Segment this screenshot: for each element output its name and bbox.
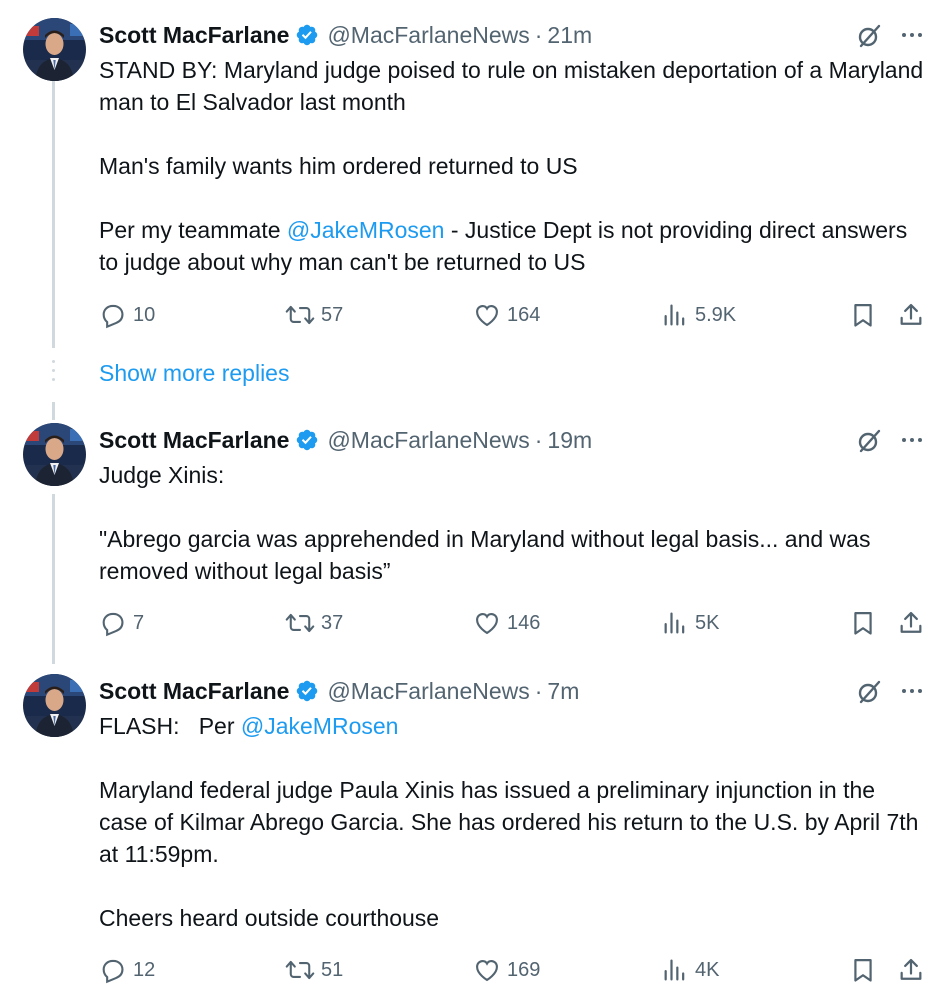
views-button[interactable]: 4K	[661, 953, 719, 987]
retweet-icon	[285, 613, 315, 633]
tweet-actions: 10 57 164 5.9K	[99, 298, 929, 332]
author-handle[interactable]: @MacFarlaneNews	[327, 678, 529, 705]
like-button[interactable]: 164	[473, 298, 540, 332]
bookmark-icon	[854, 303, 872, 327]
speech-bubble-icon	[102, 612, 124, 637]
thread-line	[52, 402, 55, 420]
bookmark-icon	[854, 958, 872, 982]
tweet-paragraph: Cheers heard outside courthouse	[99, 905, 440, 931]
tweet-paragraph: Man's family wants him ordered returned …	[99, 153, 578, 179]
tweet-actions: 7 37 146 5K	[99, 606, 929, 640]
separator-dot: ·	[534, 426, 543, 453]
tweet-header: Scott MacFarlane @MacFarlaneNews · 21m	[99, 18, 592, 52]
timestamp[interactable]: 7m	[547, 678, 579, 705]
tweet-paragraph: FLASH: Per @JakeMRosen	[99, 710, 929, 742]
mention-link[interactable]: @JakeMRosen	[287, 217, 445, 243]
bookmark-button[interactable]	[849, 953, 877, 987]
reply-button[interactable]: 7	[99, 606, 144, 640]
bookmark-button[interactable]	[849, 606, 877, 640]
tweet-actions: 12 51 169 4K	[99, 953, 929, 987]
grok-slash-circle-icon[interactable]	[855, 427, 883, 455]
timestamp[interactable]: 19m	[547, 427, 592, 454]
avatar[interactable]	[23, 423, 86, 486]
view-count: 5.9K	[695, 303, 737, 326]
repost-count: 57	[321, 303, 344, 326]
more-dots-icon[interactable]	[897, 425, 927, 455]
verified-badge-icon	[295, 679, 319, 703]
like-button[interactable]: 146	[473, 606, 540, 640]
views-button[interactable]: 5K	[661, 606, 719, 640]
like-button[interactable]: 169	[473, 953, 540, 987]
verified-badge-icon	[295, 23, 319, 47]
thread-dotted-line	[52, 360, 55, 390]
retweet-icon	[285, 960, 315, 980]
tweet-text: Judge Xinis: "Abrego garcia was apprehen…	[99, 459, 929, 587]
share-button[interactable]	[897, 298, 925, 332]
repost-count: 37	[321, 611, 344, 634]
share-upload-icon	[900, 958, 922, 980]
speech-bubble-icon	[102, 304, 124, 329]
reply-button[interactable]: 12	[99, 953, 155, 987]
grok-slash-circle-icon[interactable]	[855, 22, 883, 50]
heart-icon	[476, 959, 498, 982]
share-button[interactable]	[897, 606, 925, 640]
share-upload-icon	[900, 303, 922, 325]
avatar[interactable]	[23, 18, 86, 81]
tweet-paragraph: STAND BY: Maryland judge poised to rule …	[99, 57, 924, 115]
share-button[interactable]	[897, 953, 925, 987]
paragraph-text: Per my teammate	[99, 217, 287, 243]
bookmark-button[interactable]	[849, 298, 877, 332]
tweet-paragraph: "Abrego garcia was apprehended in Maryla…	[99, 526, 871, 584]
timestamp[interactable]: 21m	[547, 22, 592, 49]
more-dots-icon[interactable]	[897, 20, 927, 50]
share-upload-icon	[900, 611, 922, 633]
author-handle[interactable]: @MacFarlaneNews	[327, 427, 529, 454]
thread-line	[52, 80, 55, 348]
grok-slash-circle-icon[interactable]	[855, 678, 883, 706]
repost-button[interactable]: 51	[285, 953, 343, 987]
retweet-icon	[285, 305, 315, 325]
reply-button[interactable]: 10	[99, 298, 155, 332]
tweet-header: Scott MacFarlane @MacFarlaneNews · 19m	[99, 423, 592, 457]
repost-count: 51	[321, 958, 344, 981]
view-count: 5K	[695, 611, 720, 634]
separator-dot: ·	[534, 677, 543, 704]
more-dots-icon[interactable]	[897, 676, 927, 706]
heart-icon	[476, 304, 498, 327]
reply-count: 12	[133, 958, 156, 981]
bar-chart-icon	[664, 612, 685, 634]
repost-button[interactable]: 37	[285, 606, 343, 640]
bar-chart-icon	[664, 959, 685, 981]
reply-count: 7	[133, 611, 145, 634]
mention-link[interactable]: @JakeMRosen	[241, 713, 399, 739]
author-name[interactable]: Scott MacFarlane	[99, 678, 289, 705]
repost-button[interactable]: 57	[285, 298, 343, 332]
author-name[interactable]: Scott MacFarlane	[99, 427, 289, 454]
tweet-paragraph: Maryland federal judge Paula Xinis has i…	[99, 777, 919, 867]
thread-line	[52, 494, 55, 664]
views-button[interactable]: 5.9K	[661, 298, 736, 332]
avatar[interactable]	[23, 674, 86, 737]
heart-icon	[476, 612, 498, 635]
bookmark-icon	[854, 611, 872, 635]
tweet-text: FLASH: Per @JakeMRosen Maryland federal …	[99, 710, 929, 934]
tweet-paragraph: Per my teammate @JakeMRosen - Justice De…	[99, 214, 929, 278]
speech-bubble-icon	[102, 959, 124, 984]
like-count: 146	[507, 611, 541, 634]
author-handle[interactable]: @MacFarlaneNews	[327, 22, 529, 49]
show-more-replies-link[interactable]: Show more replies	[99, 360, 289, 387]
author-name[interactable]: Scott MacFarlane	[99, 22, 289, 49]
paragraph-text: FLASH: Per	[99, 713, 241, 739]
like-count: 169	[507, 958, 541, 981]
bar-chart-icon	[664, 304, 685, 326]
reply-count: 10	[133, 303, 156, 326]
view-count: 4K	[695, 958, 720, 981]
tweet-text: STAND BY: Maryland judge poised to rule …	[99, 54, 929, 278]
like-count: 164	[507, 303, 541, 326]
tweet-header: Scott MacFarlane @MacFarlaneNews · 7m	[99, 674, 579, 708]
tweet-paragraph: Judge Xinis:	[99, 462, 225, 488]
verified-badge-icon	[295, 428, 319, 452]
separator-dot: ·	[534, 21, 543, 48]
